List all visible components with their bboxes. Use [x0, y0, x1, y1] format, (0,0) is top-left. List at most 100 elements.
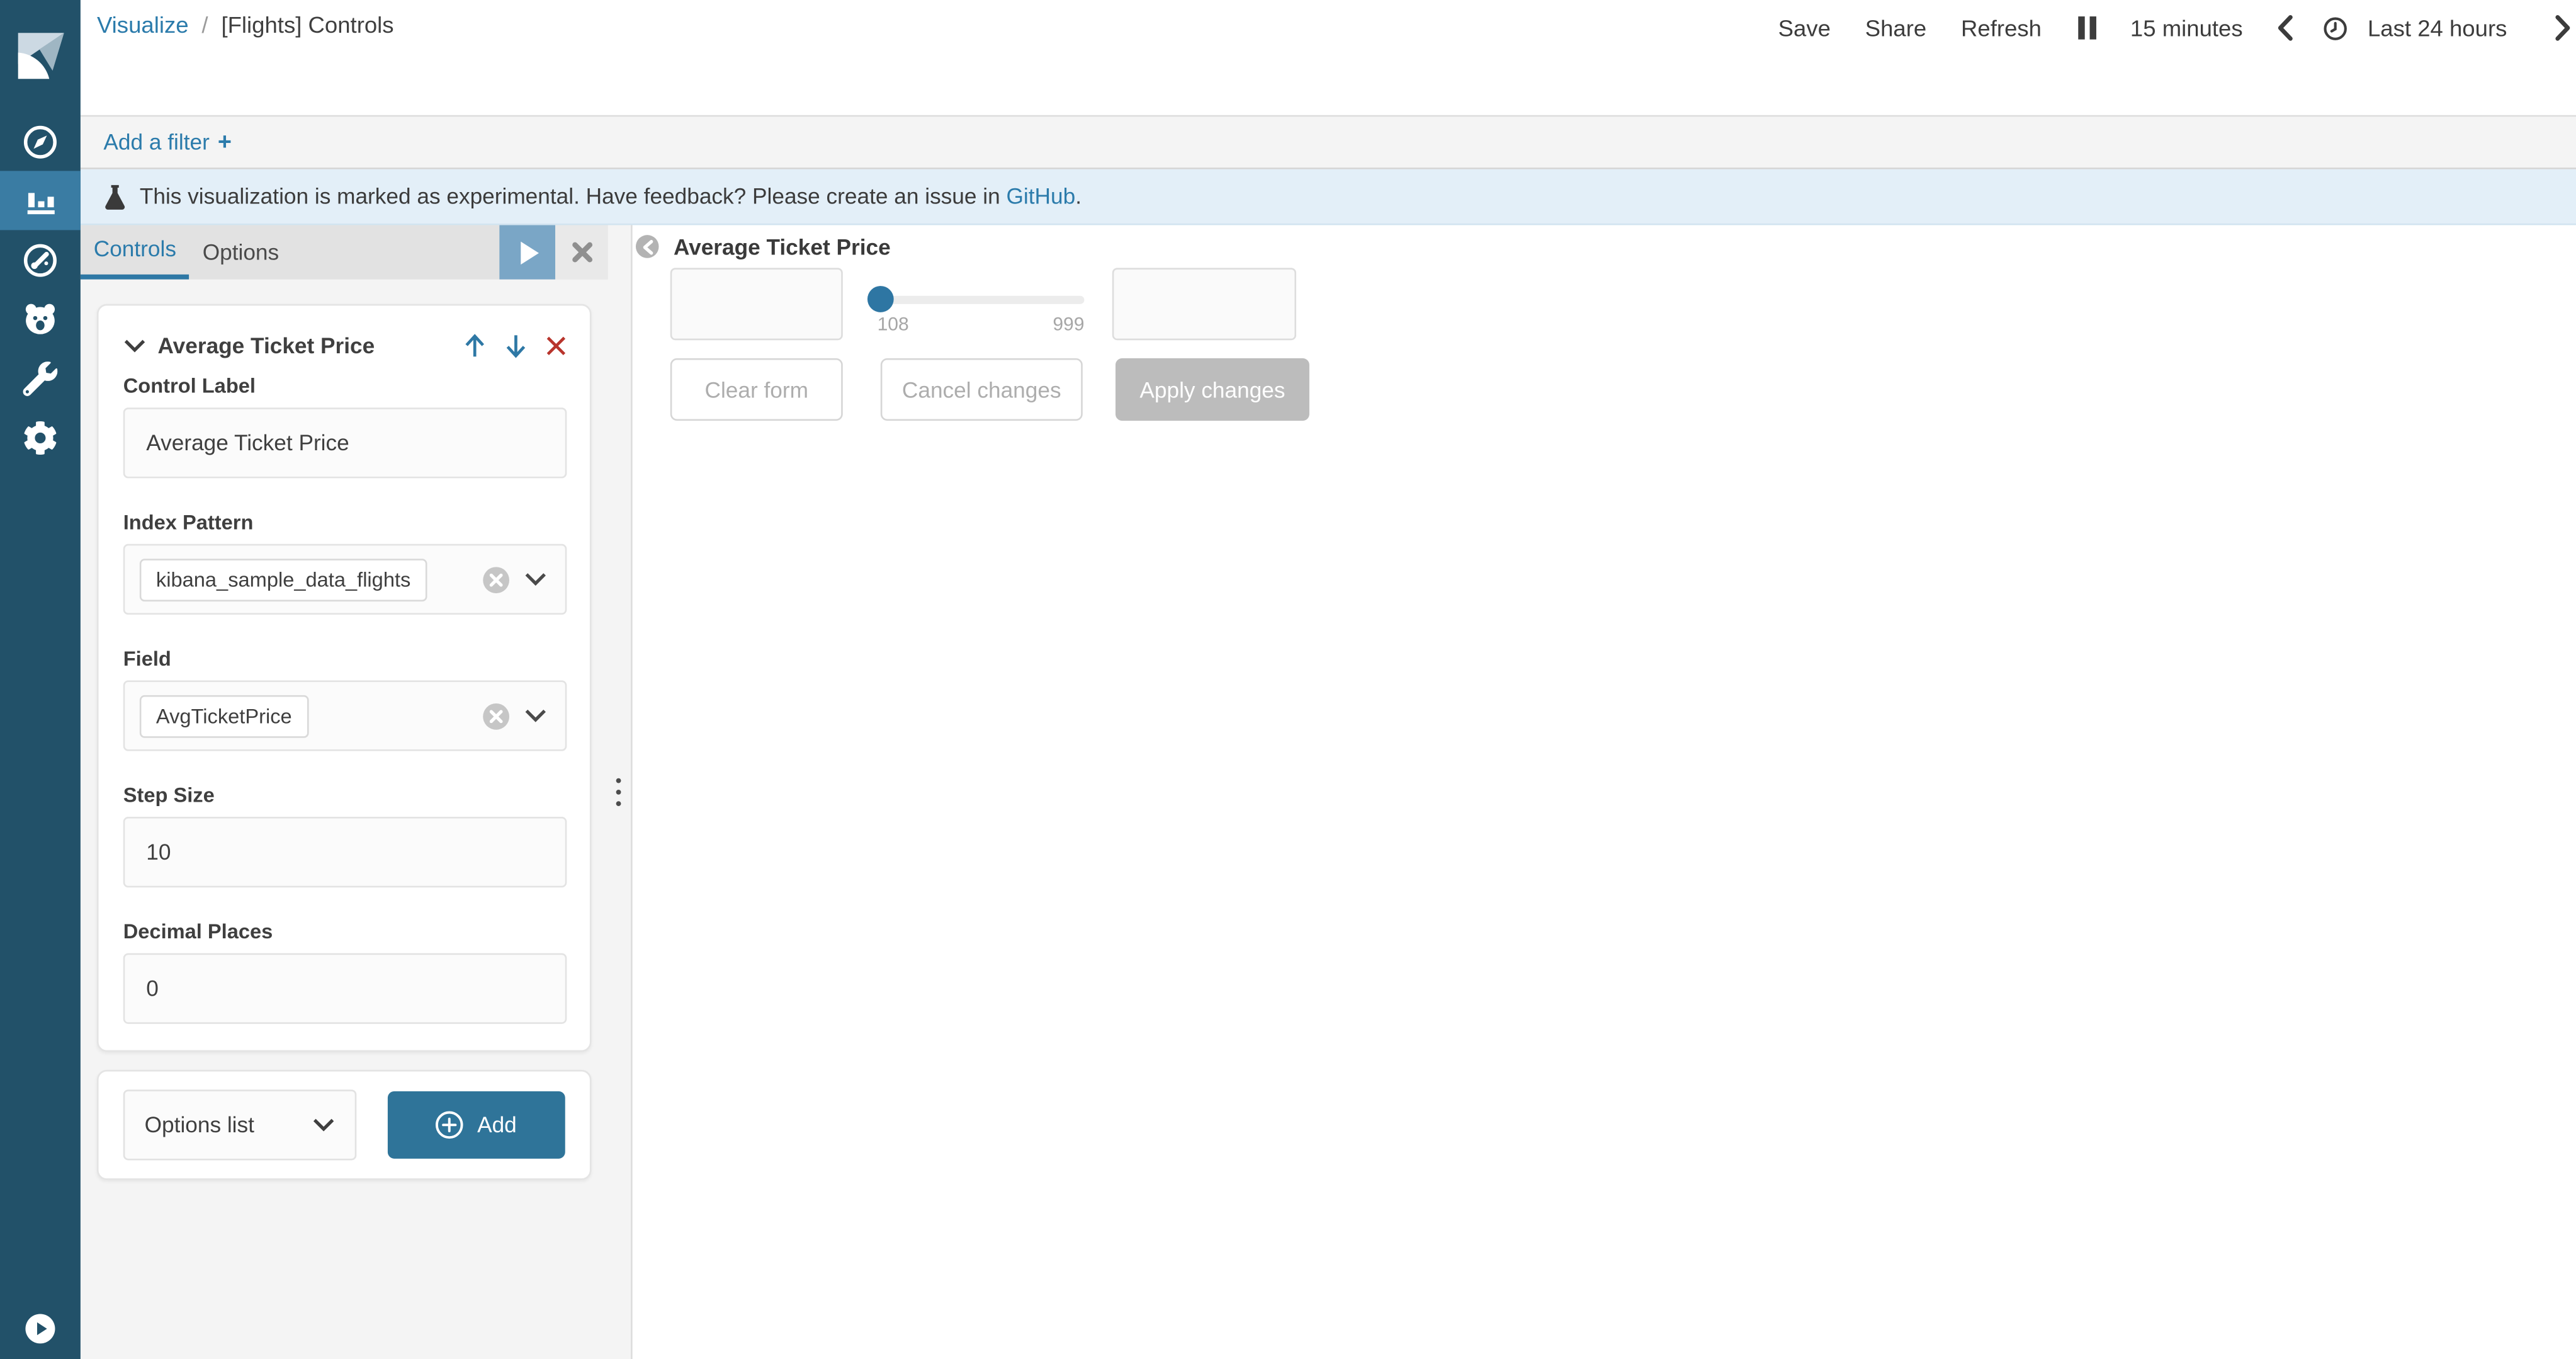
- collapse-play-circle-icon: [25, 1313, 56, 1345]
- plus-circle-icon: [436, 1111, 464, 1139]
- flask-icon: [103, 183, 127, 210]
- sidebar-item-discover[interactable]: [0, 111, 81, 171]
- refresh-interval-button[interactable]: 15 minutes: [2130, 14, 2243, 41]
- add-control-card: Options list Add: [97, 1070, 592, 1180]
- gauge-icon: [21, 241, 59, 278]
- clock-icon: [2324, 16, 2348, 40]
- workspace: Controls Options: [81, 225, 2576, 1359]
- decimal-places-input[interactable]: [123, 953, 567, 1024]
- index-pattern-dropdown-chevron[interactable]: [524, 572, 547, 586]
- arrow-down-icon: [504, 333, 528, 357]
- move-control-down-button[interactable]: [504, 333, 528, 357]
- field-pill: AvgTicketPrice: [140, 695, 308, 737]
- field-clear-button[interactable]: [483, 703, 509, 729]
- tab-controls[interactable]: Controls: [81, 225, 189, 280]
- time-range-button[interactable]: Last 24 hours: [2324, 14, 2507, 41]
- experimental-banner: This visualization is marked as experime…: [81, 169, 2576, 225]
- sidebar-item-timelion[interactable]: [0, 289, 81, 348]
- pause-autorefresh-icon[interactable]: [2077, 16, 2096, 40]
- decimal-places-label: Decimal Places: [123, 920, 567, 943]
- top-toolbar: Save Share Refresh 15 minutes Last 24 ho…: [1778, 10, 2572, 46]
- control-card: Average Ticket Price: [97, 304, 592, 1052]
- close-x-icon: [571, 242, 592, 263]
- editor-tab-bar: Controls Options: [81, 225, 608, 280]
- chevron-down-icon: [524, 708, 547, 723]
- collapse-chevron-left-icon: [641, 239, 653, 254]
- chevron-down-icon: [123, 338, 147, 352]
- index-pattern-clear-button[interactable]: [483, 566, 509, 593]
- control-type-select[interactable]: Options list: [123, 1089, 357, 1160]
- step-size-input[interactable]: [123, 817, 567, 887]
- slider-min-label: 108: [878, 316, 909, 335]
- save-button[interactable]: Save: [1778, 14, 1831, 41]
- app-sidebar: [0, 0, 81, 1359]
- time-back-chevron-icon[interactable]: [2277, 14, 2293, 41]
- editor-panel-body: Average Ticket Price: [81, 280, 631, 1180]
- sidebar-item-dashboard[interactable]: [0, 230, 81, 289]
- cancel-changes-button[interactable]: Cancel changes: [881, 358, 1083, 421]
- add-control-button[interactable]: Add: [388, 1091, 565, 1159]
- kibana-logo[interactable]: [0, 0, 81, 111]
- filter-bar: Add a filter+: [81, 115, 2576, 169]
- tab-spacer: [292, 225, 499, 280]
- delete-control-button[interactable]: [545, 334, 567, 356]
- range-max-input[interactable]: [1112, 268, 1296, 340]
- github-link[interactable]: GitHub: [1007, 184, 1076, 208]
- banner-text: This visualization is marked as experime…: [140, 184, 1082, 208]
- breadcrumb: Visualize / [Flights] Controls: [97, 11, 394, 38]
- timelion-face-icon: [21, 300, 59, 338]
- visualization-preview: Average Ticket Price 108 999 Clear form …: [633, 225, 2576, 1359]
- refresh-button[interactable]: Refresh: [1961, 14, 2042, 41]
- kibana-visualize-editor: Visualize / [Flights] Controls Save Shar…: [0, 0, 2576, 1359]
- delete-x-icon: [545, 334, 567, 356]
- chevron-down-icon: [312, 1118, 336, 1132]
- panel-resizer-handle[interactable]: [616, 778, 621, 806]
- slider-track[interactable]: [871, 296, 1084, 304]
- range-slider: 108 999: [871, 268, 1084, 340]
- editor-panel: Controls Options: [81, 225, 633, 1359]
- breadcrumb-current-page: [Flights] Controls: [221, 11, 393, 38]
- field-combobox[interactable]: AvgTicketPrice: [123, 680, 567, 751]
- top-header: Visualize / [Flights] Controls Save Shar…: [81, 0, 2576, 115]
- control-label-label: Control Label: [123, 375, 567, 398]
- share-button[interactable]: Share: [1865, 14, 1926, 41]
- apply-changes-button[interactable]: Apply changes: [1116, 358, 1309, 421]
- bar-chart-icon: [22, 183, 58, 219]
- wrench-icon: [23, 361, 58, 395]
- breadcrumb-separator: /: [201, 11, 208, 38]
- collapse-editor-button[interactable]: [636, 235, 659, 258]
- add-filter-link[interactable]: Add a filter+: [103, 129, 232, 156]
- preview-form-buttons: Clear form Cancel changes Apply changes: [670, 358, 1309, 421]
- compass-icon: [21, 122, 59, 160]
- sidebar-nav: [0, 111, 81, 467]
- time-forward-chevron-icon[interactable]: [2555, 14, 2571, 41]
- play-triangle-icon: [520, 241, 538, 264]
- collapse-nav-button[interactable]: [0, 1313, 81, 1345]
- sidebar-item-devtools[interactable]: [0, 348, 81, 407]
- preview-control-title: Average Ticket Price: [674, 235, 891, 259]
- sidebar-item-visualize[interactable]: [0, 171, 81, 230]
- sidebar-item-management[interactable]: [0, 407, 81, 467]
- field-dropdown-chevron[interactable]: [524, 708, 547, 723]
- arrow-up-icon: [463, 333, 487, 357]
- control-label-input[interactable]: [123, 407, 567, 478]
- clear-x-icon: [490, 709, 503, 722]
- range-min-input[interactable]: [670, 268, 843, 340]
- field-label: Field: [123, 647, 567, 671]
- apply-changes-play-button[interactable]: [499, 225, 555, 280]
- control-title: Average Ticket Price: [158, 333, 463, 357]
- breadcrumb-visualize-link[interactable]: Visualize: [97, 11, 189, 38]
- main-area: Visualize / [Flights] Controls Save Shar…: [81, 0, 2576, 1359]
- index-pattern-pill: kibana_sample_data_flights: [140, 558, 427, 601]
- plus-icon: +: [218, 129, 232, 156]
- tab-options[interactable]: Options: [189, 225, 292, 280]
- slider-max-label: 999: [1053, 316, 1084, 335]
- slider-thumb[interactable]: [867, 286, 894, 312]
- collapse-control-chevron[interactable]: [123, 338, 147, 352]
- move-control-up-button[interactable]: [463, 333, 487, 357]
- step-size-label: Step Size: [123, 784, 567, 807]
- clear-form-button[interactable]: Clear form: [670, 358, 843, 421]
- discard-changes-button[interactable]: [555, 225, 608, 280]
- index-pattern-combobox[interactable]: kibana_sample_data_flights: [123, 544, 567, 615]
- clear-x-icon: [490, 572, 503, 586]
